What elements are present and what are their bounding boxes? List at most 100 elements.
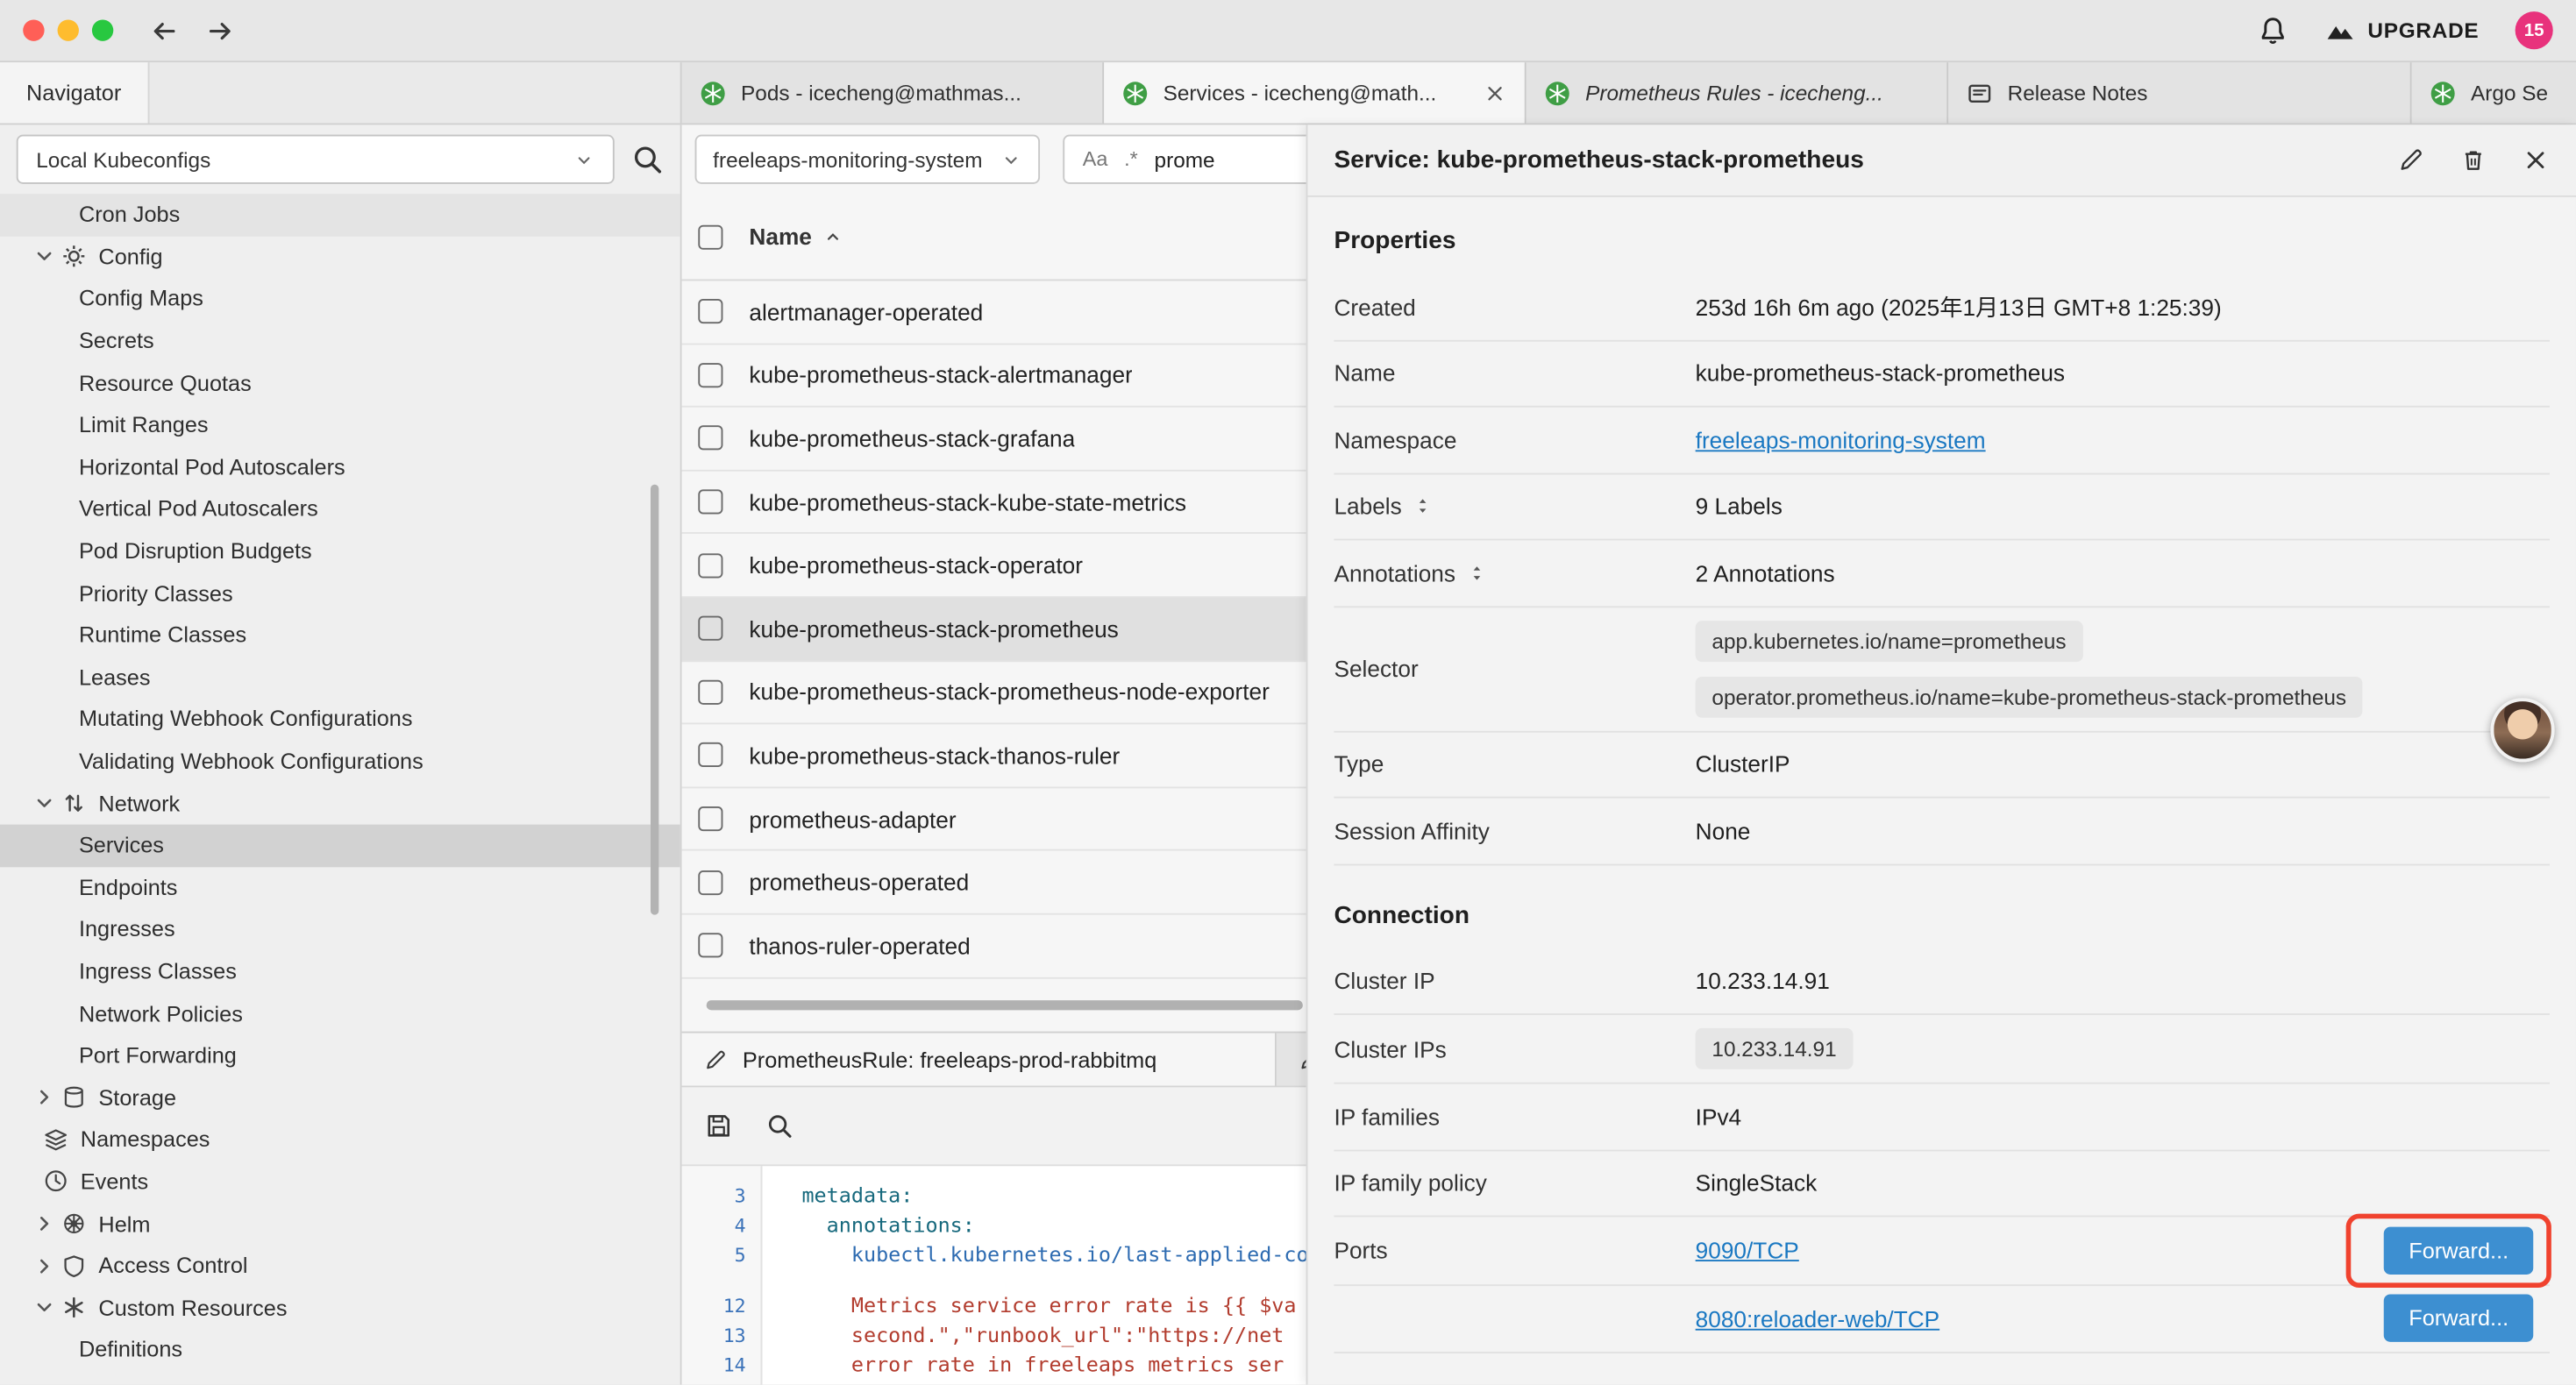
tab-argo-se[interactable]: Argo Se xyxy=(2412,62,2576,123)
sidebar-item-validating-webhook-configurations[interactable]: Validating Webhook Configurations xyxy=(0,741,680,783)
user-avatar[interactable] xyxy=(2491,698,2555,762)
tab-services-icecheng-math[interactable]: Services - icecheng@math... xyxy=(1104,62,1526,123)
upgrade-button[interactable]: UPGRADE xyxy=(2325,15,2480,46)
sidebar-search-icon[interactable] xyxy=(631,143,664,175)
close-tab-icon[interactable] xyxy=(1484,82,1506,104)
sidebar-item-ingress-classes[interactable]: Ingress Classes xyxy=(0,950,680,992)
row-checkbox[interactable] xyxy=(698,553,722,578)
row-checkbox[interactable] xyxy=(698,426,722,451)
row-name: alertmanager-operated xyxy=(749,299,983,325)
sidebar-item-label: Ingress Classes xyxy=(79,959,237,984)
row-checkbox[interactable] xyxy=(698,300,722,324)
sidebar-item-definitions[interactable]: Definitions xyxy=(0,1329,680,1371)
sidebar-item-cron-jobs[interactable]: Cron Jobs xyxy=(0,194,680,236)
sidebar-item-priority-classes[interactable]: Priority Classes xyxy=(0,572,680,614)
forward-arrow-icon[interactable] xyxy=(205,16,235,46)
sidebar-item-custom-resources[interactable]: Custom Resources xyxy=(0,1287,680,1329)
select-all-checkbox[interactable] xyxy=(698,224,722,249)
delete-service-icon[interactable] xyxy=(2459,146,2487,174)
port-link[interactable]: 8080:reloader-web/TCP xyxy=(1696,1305,1940,1332)
dock-tab-prometheusrule[interactable]: PrometheusRule: freeleaps-prod-rabbitmq xyxy=(682,1033,1277,1086)
sidebar-item-label: Network Policies xyxy=(79,1001,243,1026)
sidebar-item-services[interactable]: Services xyxy=(0,824,680,866)
navigator-header: Navigator xyxy=(0,62,682,123)
port-link[interactable]: 9090/TCP xyxy=(1696,1237,1799,1263)
detail-row-name: Namekube-prometheus-stack-prometheus xyxy=(1334,341,2550,408)
detail-value: 10.233.14.91 xyxy=(1696,1015,2550,1083)
badge-list: app.kubernetes.io/name=prometheusoperato… xyxy=(1696,607,2363,730)
name-column-header[interactable]: Name xyxy=(749,224,811,250)
sidebar-item-port-forwarding[interactable]: Port Forwarding xyxy=(0,1034,680,1076)
value-badge: 10.233.14.91 xyxy=(1696,1028,1854,1069)
detail-value: 253d 16h 6m ago (2025年1月13日 GMT+8 1:25:3… xyxy=(1696,290,2550,323)
sidebar-item-resource-quotas[interactable]: Resource Quotas xyxy=(0,362,680,404)
sidebar-item-network-policies[interactable]: Network Policies xyxy=(0,992,680,1034)
notifications-bell-icon[interactable] xyxy=(2258,15,2289,46)
chevron-down-icon xyxy=(32,792,55,814)
namespace-filter[interactable]: freeleaps-monitoring-system xyxy=(695,135,1040,184)
sidebar-item-namespaces[interactable]: Namespaces xyxy=(0,1119,680,1161)
sidebar-item-storage[interactable]: Storage xyxy=(0,1076,680,1119)
vertical-scrollbar[interactable] xyxy=(651,485,658,915)
notification-count-badge[interactable]: 15 xyxy=(2516,11,2553,49)
detail-value-text: ClusterIP xyxy=(1696,751,1790,778)
sidebar-item-limit-ranges[interactable]: Limit Ranges xyxy=(0,404,680,446)
horizontal-scrollbar[interactable] xyxy=(707,1000,1303,1010)
kubeconfig-selector[interactable]: Local Kubeconfigs xyxy=(17,135,615,184)
row-checkbox[interactable] xyxy=(698,743,722,768)
row-checkbox[interactable] xyxy=(698,934,722,958)
sidebar-item-access-control[interactable]: Access Control xyxy=(0,1245,680,1287)
tab-strip: Navigator Pods - icecheng@mathmas...Serv… xyxy=(0,62,2576,124)
detail-value-text: 2 Annotations xyxy=(1696,559,1835,586)
sidebar-item-helm[interactable]: Helm xyxy=(0,1203,680,1245)
sidebar-item-label: Config Maps xyxy=(79,287,203,311)
search-input-value: prome xyxy=(1155,147,1215,172)
match-case-toggle[interactable]: Aa xyxy=(1083,148,1108,171)
edit-service-icon[interactable] xyxy=(2397,146,2425,174)
row-checkbox[interactable] xyxy=(698,806,722,831)
detail-value: IPv4 xyxy=(1696,1104,2550,1130)
detail-value: kube-prometheus-stack-prometheus xyxy=(1696,360,2550,387)
line-number: 14 xyxy=(682,1350,761,1380)
sidebar-item-ingresses[interactable]: Ingresses xyxy=(0,908,680,950)
tab-pods-icecheng-mathmas[interactable]: Pods - icecheng@mathmas... xyxy=(682,62,1105,123)
sidebar-item-vertical-pod-autoscalers[interactable]: Vertical Pod Autoscalers xyxy=(0,488,680,530)
sidebar-item-pod-disruption-budgets[interactable]: Pod Disruption Budgets xyxy=(0,530,680,572)
row-name: kube-prometheus-stack-grafana xyxy=(749,425,1075,451)
close-window-button[interactable] xyxy=(23,19,44,40)
detail-value: 8080:reloader-web/TCP Forward... xyxy=(1696,1295,2550,1342)
tab-prometheus-rules-icecheng[interactable]: Prometheus Rules - icecheng... xyxy=(1526,62,1949,123)
regex-toggle[interactable]: .* xyxy=(1124,148,1138,171)
namespace-link[interactable]: freeleaps-monitoring-system xyxy=(1696,427,1986,453)
close-panel-icon[interactable] xyxy=(2522,146,2550,174)
sidebar-item-events[interactable]: Events xyxy=(0,1161,680,1203)
back-arrow-icon[interactable] xyxy=(150,16,180,46)
sidebar-item-endpoints[interactable]: Endpoints xyxy=(0,866,680,908)
row-checkbox[interactable] xyxy=(698,616,722,641)
tab-release-notes[interactable]: Release Notes xyxy=(1948,62,2411,123)
row-checkbox[interactable] xyxy=(698,363,722,387)
release-notes-icon xyxy=(1967,80,1993,106)
sidebar-item-mutating-webhook-configurations[interactable]: Mutating Webhook Configurations xyxy=(0,699,680,741)
minimize-window-button[interactable] xyxy=(58,19,79,40)
sidebar-item-horizontal-pod-autoscalers[interactable]: Horizontal Pod Autoscalers xyxy=(0,446,680,488)
detail-label: Cluster IP xyxy=(1334,968,1695,994)
detail-label-text: Ports xyxy=(1334,1237,1387,1263)
row-checkbox[interactable] xyxy=(698,490,722,515)
save-icon[interactable] xyxy=(705,1112,733,1140)
sidebar-item-config-maps[interactable]: Config Maps xyxy=(0,278,680,320)
zoom-window-button[interactable] xyxy=(92,19,113,40)
row-checkbox[interactable] xyxy=(698,870,722,894)
sidebar-item-runtime-classes[interactable]: Runtime Classes xyxy=(0,614,680,657)
navigator-tab[interactable]: Navigator xyxy=(0,62,149,123)
forward-button[interactable]: Forward... xyxy=(2384,1295,2533,1342)
sidebar-item-config[interactable]: Config xyxy=(0,236,680,278)
sort-ascending-icon[interactable] xyxy=(823,227,843,246)
sidebar-item-network[interactable]: Network xyxy=(0,782,680,824)
editor-search-icon[interactable] xyxy=(765,1112,793,1140)
sidebar-item-secrets[interactable]: Secrets xyxy=(0,320,680,362)
detail-label-text: IP family policy xyxy=(1334,1170,1486,1197)
sidebar-item-leases[interactable]: Leases xyxy=(0,657,680,699)
row-checkbox[interactable] xyxy=(698,679,722,704)
forward-button[interactable]: Forward... xyxy=(2384,1226,2533,1274)
